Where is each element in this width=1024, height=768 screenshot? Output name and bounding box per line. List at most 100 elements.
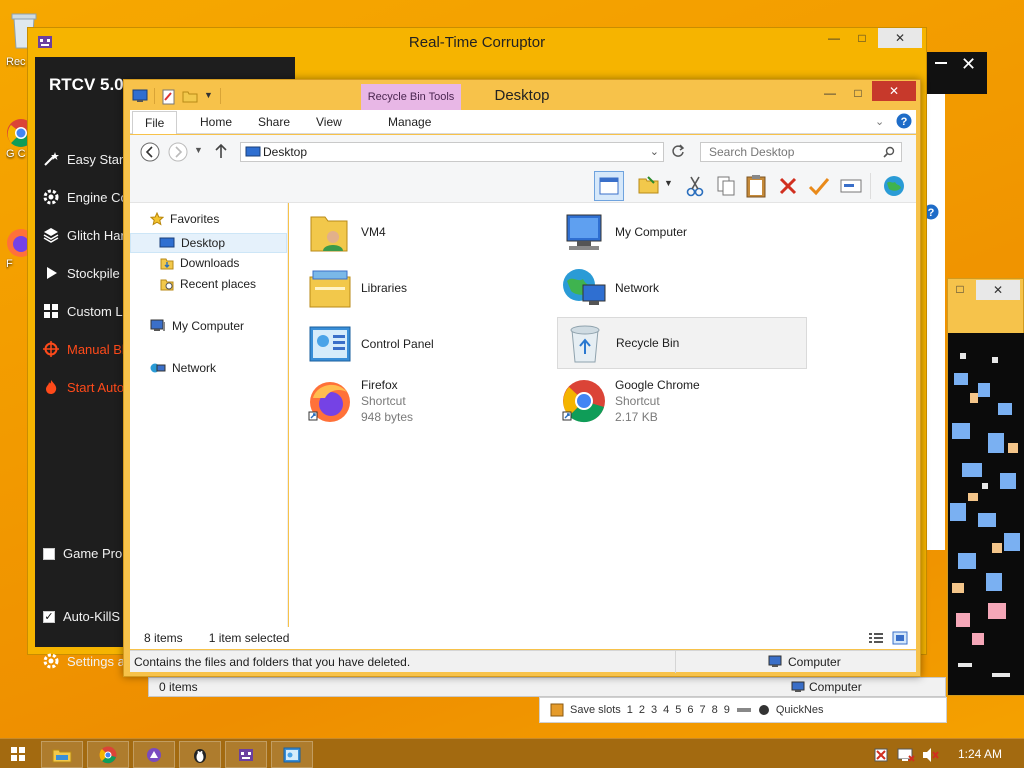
svg-text:?: ? [901,116,908,128]
minimize-button[interactable]: — [818,83,842,103]
taskbar-chrome[interactable] [87,741,129,768]
explorer-titlebar[interactable]: ▼ Recycle Bin Tools Desktop — □ ✕ [124,80,920,110]
maximize-button[interactable]: □ [850,28,874,48]
cut-icon[interactable] [686,175,704,197]
file-item-vm4[interactable]: VM4 [307,209,386,255]
wand-icon [43,151,59,167]
taskbar-rtcv[interactable] [225,741,267,768]
back-button[interactable] [140,142,160,162]
tab-home[interactable]: Home [200,110,232,134]
save-slot[interactable]: 1 [627,704,633,716]
nav-downloads[interactable]: Downloads [160,256,239,270]
refresh-button[interactable] [671,144,685,158]
save-slot[interactable]: 5 [675,704,681,716]
menu-easy-start[interactable]: Easy Start [43,151,127,167]
taskbar-app-penguin[interactable] [179,741,221,768]
paste-icon[interactable] [746,174,766,198]
file-item-recycle-bin[interactable]: Recycle Bin [557,317,807,369]
menu-manual-blast[interactable]: Manual Bl [43,341,125,357]
save-slot[interactable]: 2 [639,704,645,716]
file-item-network[interactable]: Network [561,265,659,311]
menu-custom-layout[interactable]: Custom La [43,303,130,319]
background-explorer-statusbar: 0 items Computer [148,677,946,697]
tab-manage[interactable]: Manage [388,110,431,134]
nav-my-computer[interactable]: My Computer [150,319,244,333]
save-slot[interactable]: 8 [712,704,718,716]
address-bar[interactable]: Desktop ⌄ [240,142,664,162]
save-slot[interactable]: 3 [651,704,657,716]
menu-engine-config[interactable]: Engine Co [43,189,128,205]
start-button[interactable] [11,747,25,761]
network-status-icon[interactable] [897,747,915,763]
item-count: 8 items [144,631,183,645]
auto-killswitch-toggle[interactable]: ✓ Auto-KillS [43,609,120,624]
action-center-icon[interactable] [873,747,889,763]
taskbar-control-panel[interactable] [271,741,313,768]
chevron-down-icon[interactable]: ⌄ [650,145,659,158]
file-type: Shortcut [361,394,406,408]
menu-glitch-harvester[interactable]: Glitch Har [43,227,125,243]
save-slot[interactable]: 6 [687,704,693,716]
save-slot[interactable]: 7 [700,704,706,716]
details-view-icon[interactable] [868,631,884,645]
close-button[interactable]: ✕ [878,28,922,48]
control-panel-icon [307,321,353,367]
help-icon[interactable]: ? [896,113,912,129]
rename-icon[interactable] [840,177,862,195]
checkmark-icon[interactable] [808,176,830,196]
maximize-button[interactable]: □ [950,279,970,299]
settings-button[interactable]: Settings a [43,653,125,669]
up-button[interactable] [214,143,228,159]
delete-icon[interactable] [778,176,798,196]
file-item-libraries[interactable]: Libraries [307,265,407,311]
tab-file[interactable]: File [132,111,178,134]
taskbar-app-triangle[interactable] [133,741,175,768]
emulator-game-screen[interactable] [948,333,1024,695]
chevron-down-icon[interactable]: ▼ [664,178,673,188]
file-item-my-computer[interactable]: My Computer [561,209,687,255]
clock[interactable]: 1:24 AM [958,747,1002,761]
recent-locations-icon[interactable]: ▼ [194,145,203,155]
search-icon[interactable] [883,146,895,158]
search-input[interactable]: Search Desktop [700,142,902,162]
game-protection-checkbox[interactable] [43,547,55,560]
background-window: ✕ [927,52,987,94]
file-item-firefox[interactable]: Firefox Shortcut 948 bytes [307,377,413,425]
explorer-toolbar: ▼ [130,169,916,203]
file-item-google-chrome[interactable]: Google Chrome Shortcut 2.17 KB [561,377,700,425]
close-button[interactable]: ✕ [872,81,916,101]
forward-button[interactable] [168,142,188,162]
menu-start-auto[interactable]: Start Auto [43,379,124,395]
rtcv-titlebar[interactable]: Real-Time Corruptor — □ ✕ [28,28,926,56]
ribbon-tabs: File Home Share View Manage ⌄ ? [130,110,916,134]
nav-favorites[interactable]: Favorites [150,212,219,226]
nav-network[interactable]: Network [150,361,216,375]
file-name: My Computer [615,225,688,239]
tab-view[interactable]: View [316,110,342,134]
volume-muted-icon[interactable] [921,747,939,763]
auto-killswitch-checkbox[interactable]: ✓ [43,610,55,623]
tools-icon[interactable] [736,704,752,716]
item-description: Contains the files and folders that you … [134,654,411,669]
minimize-icon[interactable] [935,62,947,64]
preview-pane-button[interactable] [594,171,624,201]
save-slot[interactable]: 9 [724,704,730,716]
menu-stockpile[interactable]: Stockpile I [43,265,127,281]
close-icon[interactable]: ✕ [961,54,976,75]
close-button[interactable]: ✕ [976,280,1020,300]
large-icons-view-icon[interactable] [892,631,908,645]
taskbar-file-explorer[interactable] [41,741,83,768]
nav-desktop[interactable]: Desktop [130,233,287,253]
tab-share[interactable]: Share [258,110,290,134]
save-slot[interactable]: 4 [663,704,669,716]
nav-recent-places[interactable]: Recent places [160,277,256,291]
folder-options-icon[interactable] [638,175,660,195]
separator [870,173,871,199]
file-item-control-panel[interactable]: Control Panel [307,321,434,367]
globe-icon[interactable] [882,174,906,198]
ribbon-expand-icon[interactable]: ⌄ [875,115,884,128]
maximize-button[interactable]: □ [846,83,870,103]
copy-icon[interactable] [716,175,736,197]
game-protection-toggle[interactable]: Game Pro [43,546,122,561]
minimize-button[interactable]: — [822,28,846,48]
